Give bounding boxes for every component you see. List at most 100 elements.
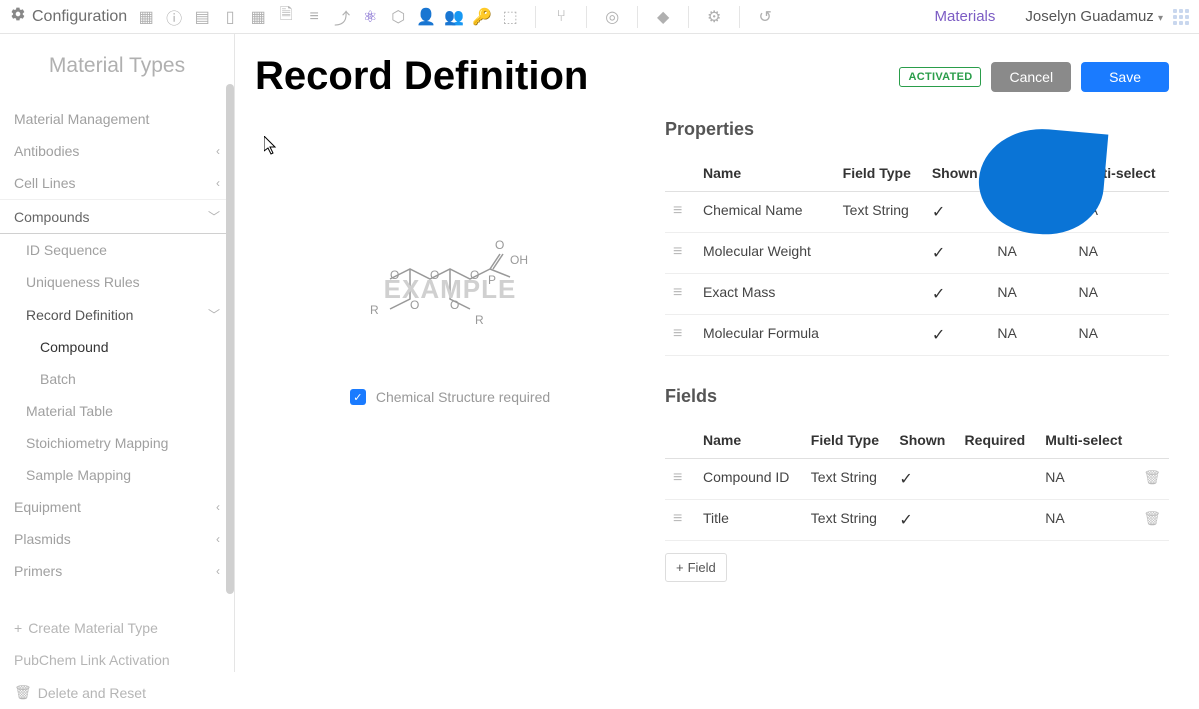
chevron-down-icon: ﹀ bbox=[208, 208, 220, 225]
toolbar-icons: ▦ ⓘ ▤ ▯ ▦ 🗎 ≡ ⤴ ⚛ ⬡ 👤 👥 🔑 ⬚ ⑂ ◎ ◆ ⚙ ↺ bbox=[137, 6, 774, 28]
cell-multiselect: NA bbox=[1071, 233, 1170, 274]
page-breadcrumb: Configuration bbox=[32, 8, 127, 26]
materials-link[interactable]: Materials bbox=[935, 8, 996, 25]
cell-field-type: Text String bbox=[803, 500, 892, 541]
cell-shown[interactable]: ✓ bbox=[924, 233, 990, 274]
cell-name: Compound ID bbox=[695, 459, 803, 500]
plus-icon: + bbox=[676, 560, 684, 575]
svg-text:R: R bbox=[370, 303, 379, 317]
main-content: Record Definition ACTIVATED Cancel Save … bbox=[235, 34, 1199, 672]
sidebar-item-material-table[interactable]: Material Table bbox=[0, 395, 234, 427]
table-icon[interactable]: ▤ bbox=[193, 8, 211, 26]
share-icon[interactable]: ⤴ bbox=[333, 8, 351, 26]
table-row: ≡ Compound ID Text String ✓ NA 🗑 bbox=[665, 459, 1169, 500]
sidebar-item-uniqueness-rules[interactable]: Uniqueness Rules bbox=[0, 266, 234, 298]
cell-name: Chemical Name bbox=[695, 192, 835, 233]
molecule-icon[interactable]: ⚛ bbox=[361, 8, 379, 26]
user-icon[interactable]: 👤 bbox=[417, 8, 435, 26]
chevron-left-icon: ‹ bbox=[216, 176, 220, 190]
sidebar-item-equipment[interactable]: Equipment‹ bbox=[0, 491, 234, 523]
col-required: Required bbox=[957, 422, 1038, 459]
cell-name: Molecular Formula bbox=[695, 315, 835, 356]
chevron-left-icon: ‹ bbox=[216, 500, 220, 514]
sidebar-item-antibodies[interactable]: Antibodies‹ bbox=[0, 135, 234, 167]
top-toolbar: Configuration ▦ ⓘ ▤ ▯ ▦ 🗎 ≡ ⤴ ⚛ ⬡ 👤 👥 🔑 … bbox=[0, 0, 1199, 34]
cell-required: NA bbox=[989, 274, 1070, 315]
cell-required bbox=[957, 500, 1038, 541]
sidebar-item-batch[interactable]: Batch bbox=[0, 363, 234, 395]
trash-icon: 🗑 bbox=[14, 684, 32, 701]
fields-heading: Fields bbox=[665, 386, 1169, 407]
sidebar-item-compounds[interactable]: Compounds﹀ bbox=[0, 199, 234, 234]
delete-row-button[interactable]: 🗑 bbox=[1135, 459, 1169, 500]
db-icon[interactable]: ≡ bbox=[305, 8, 323, 26]
delete-row-button[interactable]: 🗑 bbox=[1135, 500, 1169, 541]
cell-shown[interactable]: ✓ bbox=[924, 274, 990, 315]
key-icon[interactable]: 🔑 bbox=[473, 8, 491, 26]
hex-icon[interactable]: ⬡ bbox=[389, 8, 407, 26]
drag-handle-icon[interactable]: ≡ bbox=[665, 459, 695, 500]
cell-shown[interactable]: ✓ bbox=[924, 192, 990, 233]
gears-icon[interactable]: ⚙ bbox=[705, 8, 723, 26]
cell-shown[interactable]: ✓ bbox=[924, 315, 990, 356]
drag-handle-icon[interactable]: ≡ bbox=[665, 500, 695, 541]
cell-name: Title bbox=[695, 500, 803, 541]
pin-icon[interactable]: ◎ bbox=[603, 8, 621, 26]
cell-multiselect: NA bbox=[1071, 274, 1170, 315]
tag-icon[interactable]: ◆ bbox=[654, 8, 672, 26]
sidebar-item-record-definition[interactable]: Record Definition﹀ bbox=[0, 298, 234, 331]
cell-multiselect: NA bbox=[1037, 459, 1135, 500]
doc-icon[interactable]: 🗎 bbox=[277, 8, 295, 26]
user-name: Joselyn Guadamuz bbox=[1025, 8, 1153, 25]
info-icon[interactable]: ⓘ bbox=[165, 8, 183, 26]
svg-text:R: R bbox=[475, 313, 484, 327]
chevron-left-icon: ‹ bbox=[216, 564, 220, 578]
sidebar-item-primers[interactable]: Primers‹ bbox=[0, 555, 234, 587]
cell-field-type bbox=[835, 233, 924, 274]
drag-handle-icon[interactable]: ≡ bbox=[665, 192, 695, 233]
cell-multiselect: NA bbox=[1071, 315, 1170, 356]
drag-handle-icon[interactable]: ≡ bbox=[665, 233, 695, 274]
cell-shown[interactable]: ✓ bbox=[891, 459, 956, 500]
col-multiselect: Multi-select bbox=[1037, 422, 1135, 459]
cell-shown[interactable]: ✓ bbox=[891, 500, 956, 541]
table-row: ≡ Exact Mass ✓ NA NA bbox=[665, 274, 1169, 315]
sidebar-item-compound[interactable]: Compound bbox=[0, 331, 234, 363]
sidebar-item-stoichiometry-mapping[interactable]: Stoichiometry Mapping bbox=[0, 427, 234, 459]
pubchem-link-activation-button[interactable]: PubChem Link Activation bbox=[0, 644, 234, 676]
chemical-structure-required-checkbox[interactable]: ✓ bbox=[350, 389, 366, 405]
people-icon[interactable]: 👥 bbox=[445, 8, 463, 26]
sidebar-item-plasmids[interactable]: Plasmids‹ bbox=[0, 523, 234, 555]
history-icon[interactable]: ↺ bbox=[756, 8, 774, 26]
sidebar-item-cell-lines[interactable]: Cell Lines‹ bbox=[0, 167, 234, 199]
delete-and-reset-button[interactable]: 🗑Delete and Reset bbox=[0, 676, 234, 709]
calendar-icon[interactable]: ▦ bbox=[137, 8, 155, 26]
sidebar-item-sample-mapping[interactable]: Sample Mapping bbox=[0, 459, 234, 491]
branch-icon[interactable]: ⑂ bbox=[552, 8, 570, 26]
cancel-button[interactable]: Cancel bbox=[991, 62, 1071, 92]
svg-text:O: O bbox=[495, 238, 504, 252]
sidebar-item-material-management[interactable]: Material Management bbox=[0, 103, 234, 135]
col-shown: Shown bbox=[891, 422, 956, 459]
save-button[interactable]: Save bbox=[1081, 62, 1169, 92]
add-field-button[interactable]: + Field bbox=[665, 553, 727, 582]
cell-required: NA bbox=[989, 233, 1070, 274]
create-material-type-button[interactable]: +Create Material Type bbox=[0, 612, 234, 644]
cell-name: Molecular Weight bbox=[695, 233, 835, 274]
book-icon[interactable]: ▯ bbox=[221, 8, 239, 26]
caret-down-icon: ▾ bbox=[1158, 13, 1163, 24]
sidebar-heading: Material Types bbox=[0, 54, 234, 78]
cell-required bbox=[957, 459, 1038, 500]
grid-icon[interactable]: ▦ bbox=[249, 8, 267, 26]
drag-handle-icon[interactable]: ≡ bbox=[665, 274, 695, 315]
user-menu[interactable]: Joselyn Guadamuz ▾ bbox=[1025, 8, 1163, 25]
sidebar-item-id-sequence[interactable]: ID Sequence bbox=[0, 234, 234, 266]
chevron-down-icon: ﹀ bbox=[208, 306, 220, 323]
table-row: ≡ Title Text String ✓ NA 🗑 bbox=[665, 500, 1169, 541]
box-icon[interactable]: ⬚ bbox=[501, 8, 519, 26]
cell-field-type: Text String bbox=[835, 192, 924, 233]
drag-handle-icon[interactable]: ≡ bbox=[665, 315, 695, 356]
page-title: Record Definition bbox=[255, 54, 588, 99]
sidebar-scrollbar[interactable] bbox=[226, 84, 234, 594]
apps-grid-icon[interactable] bbox=[1173, 9, 1189, 25]
